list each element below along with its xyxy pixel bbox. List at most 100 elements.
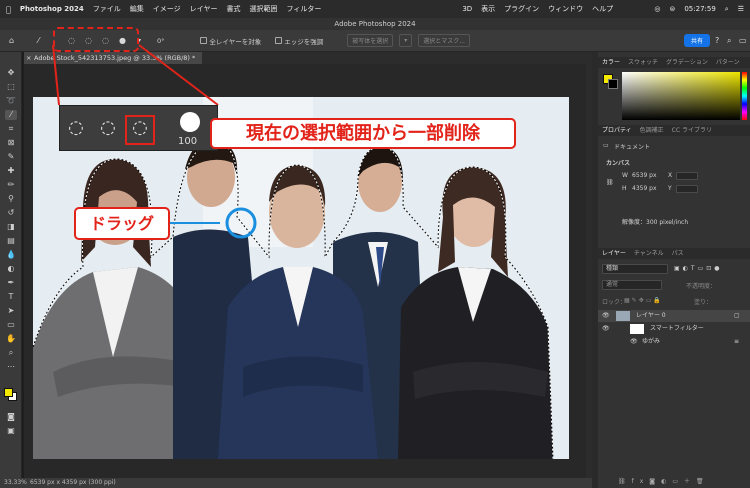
filter-options-icon[interactable]: ≡ bbox=[734, 336, 739, 348]
filter-icons[interactable]: ▣◐T▭⊡● bbox=[674, 265, 723, 272]
menu-image[interactable]: イメージ bbox=[153, 4, 181, 14]
resolution-text: 解像度：300 pixel/inch bbox=[622, 219, 689, 226]
menu-file[interactable]: ファイル bbox=[93, 4, 121, 14]
zoom-tool-icon[interactable]: ⌕ bbox=[5, 348, 17, 358]
blur-tool-icon[interactable]: 💧 bbox=[5, 250, 17, 260]
marquee-tool-icon[interactable]: ⬚ bbox=[5, 82, 17, 92]
zoom-level[interactable]: 33.33% bbox=[4, 478, 27, 488]
gradient-tool-icon[interactable]: ▤ bbox=[5, 236, 17, 246]
menu-window[interactable]: ウィンドウ bbox=[548, 4, 583, 14]
eraser-tool-icon[interactable]: ◨ bbox=[5, 222, 17, 232]
photo-canvas[interactable] bbox=[33, 97, 569, 459]
select-subject-menu-button[interactable]: ▾ bbox=[399, 34, 413, 47]
path-select-icon[interactable]: ➤ bbox=[5, 306, 17, 316]
stamp-tool-icon[interactable]: ⚲ bbox=[5, 194, 17, 204]
quick-mask-icon[interactable]: ◙ bbox=[5, 412, 17, 422]
x-field[interactable] bbox=[676, 172, 698, 180]
filter-mask-thumbnail bbox=[630, 324, 644, 334]
color-bg-swatch[interactable] bbox=[608, 79, 618, 89]
close-icon[interactable]: × bbox=[26, 52, 31, 64]
y-field[interactable] bbox=[676, 185, 698, 193]
callout-drag: ドラッグ bbox=[74, 207, 170, 240]
enhance-edge-checkbox[interactable]: エッジを強調 bbox=[275, 36, 323, 46]
quick-select-tool-icon[interactable]: ⁄ bbox=[5, 110, 17, 120]
move-tool-icon[interactable]: ✥ bbox=[5, 68, 17, 78]
hue-slider[interactable] bbox=[742, 72, 747, 120]
home-icon[interactable]: ⌂ bbox=[6, 35, 17, 46]
menu-select[interactable]: 選択範囲 bbox=[249, 4, 277, 14]
pen-tool-icon[interactable]: ✒ bbox=[5, 278, 17, 288]
menu-filter[interactable]: フィルター bbox=[286, 4, 321, 14]
tab-channels[interactable]: チャンネル bbox=[634, 248, 664, 259]
layer-thumbnail bbox=[616, 311, 630, 321]
apple-icon[interactable]:  bbox=[6, 5, 11, 14]
subtract-highlight-box bbox=[125, 115, 155, 145]
tab-gradients[interactable]: グラデーション bbox=[666, 57, 708, 68]
tab-swatches[interactable]: スウォッチ bbox=[628, 57, 658, 68]
tab-adjustments[interactable]: 色調補正 bbox=[640, 125, 664, 136]
tab-color[interactable]: カラー bbox=[602, 57, 620, 68]
shape-tool-icon[interactable]: ▭ bbox=[5, 320, 17, 330]
canvas-section-label: カンバス bbox=[606, 160, 631, 167]
visibility-eye-icon[interactable]: 👁 bbox=[602, 310, 610, 322]
select-subject-button[interactable]: 被写体を選択 bbox=[347, 34, 394, 47]
creative-cloud-icon[interactable]: ◎ bbox=[654, 5, 660, 13]
brush-preview-icon bbox=[180, 112, 200, 132]
height-value[interactable]: 4359 px bbox=[632, 185, 657, 192]
document-tab-bar: × Adobe Stock_542313753.jpeg @ 33.3% (RG… bbox=[24, 52, 592, 64]
help-icon[interactable]: ? bbox=[715, 36, 719, 45]
brush-tool-icon[interactable]: ✏ bbox=[5, 180, 17, 190]
search-icon[interactable]: ⌕ bbox=[725, 5, 729, 14]
tab-libraries[interactable]: CC ライブラリ bbox=[672, 125, 712, 136]
menu-type[interactable]: 書式 bbox=[226, 4, 240, 14]
layer-row-liquify[interactable]: 👁 ゆがみ ≡ bbox=[598, 336, 750, 348]
dodge-tool-icon[interactable]: ◐ bbox=[5, 264, 17, 274]
control-center-icon[interactable]: ☰ bbox=[738, 5, 744, 13]
blend-mode-select[interactable]: 通常 bbox=[602, 280, 662, 290]
color-picker-field[interactable] bbox=[622, 72, 740, 120]
type-tool-icon[interactable]: T bbox=[5, 292, 17, 302]
menu-help[interactable]: ヘルプ bbox=[592, 4, 613, 14]
tools-panel: ✥ ⬚ ➰ ⁄ ⌗ ⊠ ✎ ✚ ✏ ⚲ ↺ ◨ ▤ 💧 ◐ ✒ T ➤ ▭ ✋ … bbox=[0, 52, 22, 478]
layer-row-main[interactable]: 👁 レイヤー 0 ▢ bbox=[598, 310, 750, 322]
toggle-icon[interactable]: ⊜ bbox=[669, 5, 675, 13]
eyedropper-tool-icon[interactable]: ✎ bbox=[5, 152, 17, 162]
foreground-color-swatch[interactable] bbox=[4, 388, 13, 397]
layer-row-smart-filter[interactable]: 👁 スマートフィルター bbox=[598, 323, 750, 335]
sample-all-layers-checkbox[interactable]: 全レイヤーを対象 bbox=[200, 36, 261, 46]
tab-layers[interactable]: レイヤー bbox=[602, 248, 626, 259]
select-and-mask-button[interactable]: 選択とマスク... bbox=[418, 34, 470, 47]
frame-tool-icon[interactable]: ⊠ bbox=[5, 138, 17, 148]
document-tab[interactable]: × Adobe Stock_542313753.jpeg @ 33.3% (RG… bbox=[24, 52, 202, 64]
menu-3d[interactable]: 3D bbox=[462, 5, 472, 13]
menu-plugins[interactable]: プラグイン bbox=[504, 4, 539, 14]
menu-edit[interactable]: 編集 bbox=[130, 4, 144, 14]
tab-paths[interactable]: パス bbox=[672, 248, 684, 259]
menu-app-name[interactable]: Photoshop 2024 bbox=[20, 5, 84, 13]
share-button[interactable]: 共有 bbox=[684, 34, 710, 47]
width-value[interactable]: 6539 px bbox=[632, 172, 657, 179]
workspace-icon[interactable]: ▭ bbox=[739, 36, 747, 45]
visibility-eye-icon[interactable]: 👁 bbox=[602, 323, 610, 335]
search-icon[interactable]: ⌕ bbox=[727, 36, 731, 46]
screen-mode-icon[interactable]: ▣ bbox=[5, 426, 17, 436]
add-selection-icon: ◌ bbox=[100, 117, 116, 138]
more-tools-icon[interactable]: ⋯ bbox=[5, 362, 17, 372]
history-brush-icon[interactable]: ↺ bbox=[5, 208, 17, 218]
brush-tool-preset-icon[interactable]: ⁄ bbox=[33, 35, 44, 46]
layer-filter-select[interactable]: 種類 bbox=[602, 264, 668, 274]
menu-layer[interactable]: レイヤー bbox=[190, 4, 218, 14]
menu-view[interactable]: 表示 bbox=[481, 4, 495, 14]
tab-patterns[interactable]: パターン bbox=[716, 57, 740, 68]
lock-icons[interactable]: ▦✎✥▭🔒 bbox=[624, 297, 663, 304]
hand-tool-icon[interactable]: ✋ bbox=[5, 334, 17, 344]
visibility-eye-icon[interactable]: 👁 bbox=[630, 336, 638, 348]
lasso-tool-icon[interactable]: ➰ bbox=[5, 96, 17, 106]
layer-footer-icons[interactable]: ⛓fx◙◐▭＋🗑 bbox=[618, 476, 710, 485]
tab-properties[interactable]: プロパティ bbox=[602, 125, 632, 136]
healing-tool-icon[interactable]: ✚ bbox=[5, 166, 17, 176]
angle-value[interactable]: 0° bbox=[157, 37, 164, 45]
status-bar: 33.33% 6539 px x 4359 px (300 ppi) bbox=[0, 478, 592, 488]
link-icon[interactable]: ⛓ bbox=[606, 179, 614, 186]
crop-tool-icon[interactable]: ⌗ bbox=[5, 124, 17, 134]
